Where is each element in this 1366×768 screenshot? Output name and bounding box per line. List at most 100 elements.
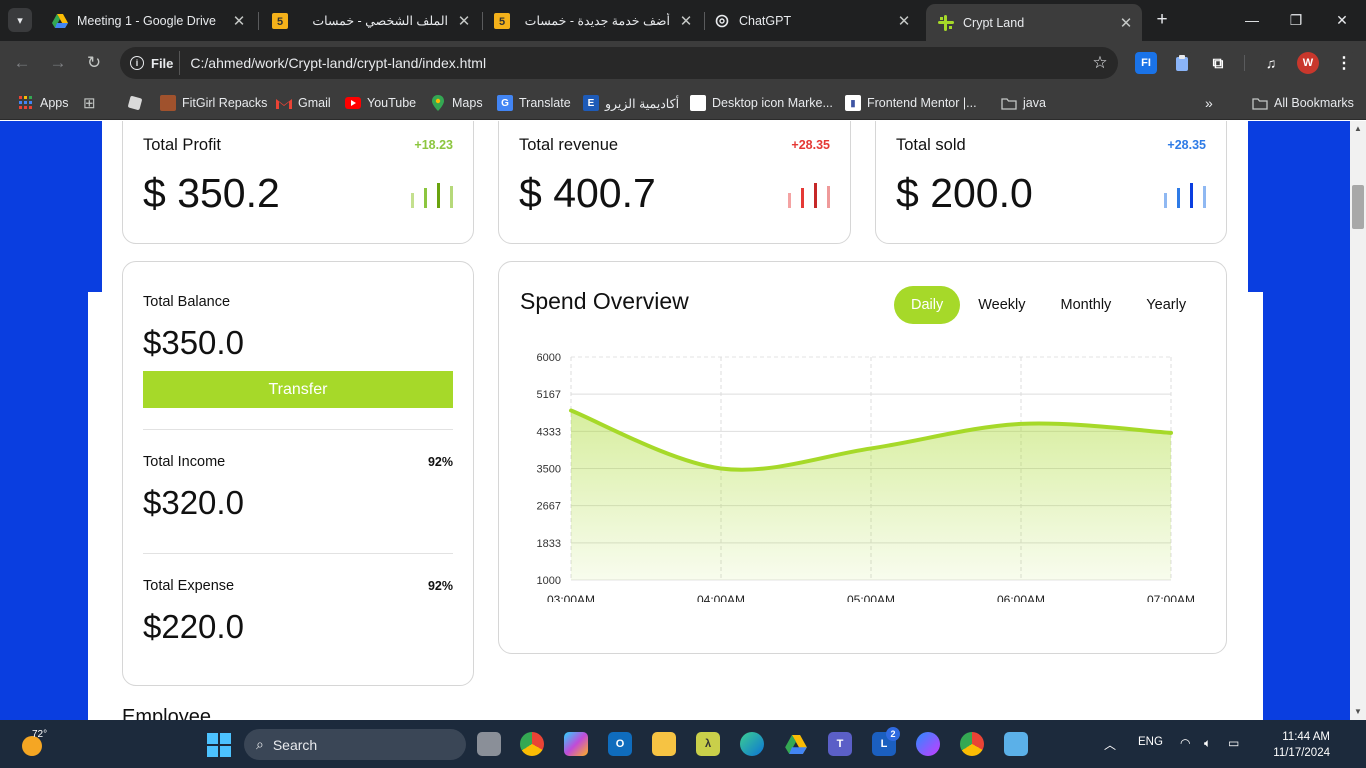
url-text[interactable]: C:/ahmed/work/Crypt-land/crypt-land/inde… xyxy=(190,55,1082,71)
site-info-chip[interactable]: i File xyxy=(126,51,181,75)
bookmark-label: Apps xyxy=(40,96,69,110)
stat-title: Total revenue xyxy=(519,136,619,154)
file-explorer-icon[interactable] xyxy=(652,732,676,756)
x-tick-label: 06:00AM xyxy=(997,593,1045,602)
stat-value: $ 400.7 xyxy=(519,170,656,216)
browser-toolbar: ← → ↻ i File C:/ahmed/work/Crypt-land/cr… xyxy=(0,41,1366,85)
outlook-icon[interactable]: O xyxy=(608,732,632,756)
menu-kebab-icon[interactable]: ⋮ xyxy=(1333,52,1355,74)
bookmark-label: java xyxy=(1023,96,1046,110)
forward-icon[interactable]: → xyxy=(46,51,70,75)
y-tick-label: 5167 xyxy=(537,389,561,401)
windows-start-icon[interactable] xyxy=(207,733,231,757)
tab-khamsat-profile[interactable]: 5 الملف الشخصي - خمسات ✕ xyxy=(260,4,480,37)
scroll-up-icon[interactable]: ▲ xyxy=(1350,121,1366,137)
bookmark-gmail[interactable]: Gmail xyxy=(276,93,331,113)
close-icon[interactable]: ✕ xyxy=(676,12,696,30)
transfer-button[interactable]: Transfer xyxy=(143,371,453,408)
bookmark-apps[interactable]: Apps xyxy=(18,93,69,113)
google-drive-taskbar-icon[interactable] xyxy=(784,732,808,756)
profile-avatar[interactable]: W xyxy=(1297,52,1319,74)
lambda-app-icon[interactable]: λ xyxy=(696,732,720,756)
window-close-icon[interactable]: ✕ xyxy=(1330,8,1354,32)
bookmark-star-icon[interactable]: ☆ xyxy=(1082,53,1118,73)
bookmark-translate[interactable]: G Translate xyxy=(497,93,571,113)
teams-icon[interactable]: T xyxy=(828,732,852,756)
bookmark-zero-academy[interactable]: E أكاديمية الزيرو xyxy=(583,93,679,113)
google-drive-icon xyxy=(52,13,68,29)
bookmarks-bar: Apps ⊞ FitGirl Repacks Gmail YouTube Map… xyxy=(0,85,1366,120)
bookmark-youtube[interactable]: YouTube xyxy=(345,93,416,113)
x-tick-label: 04:00AM xyxy=(697,593,745,602)
close-icon[interactable]: ✕ xyxy=(454,12,474,30)
notepad-icon[interactable] xyxy=(1004,732,1028,756)
tab-crypt-land[interactable]: Crypt Land ✕ xyxy=(926,4,1142,41)
bookmarks-overflow-icon[interactable]: » xyxy=(1205,93,1213,113)
wifi-icon[interactable]: ◠ xyxy=(1180,736,1190,750)
page-side-background-right xyxy=(1263,292,1350,720)
edge-icon[interactable] xyxy=(740,732,764,756)
expense-percentage: 92% xyxy=(427,579,453,593)
y-tick-label: 1000 xyxy=(537,575,561,587)
fi-extension-icon[interactable]: FI xyxy=(1135,52,1157,74)
bookmark-maps[interactable]: Maps xyxy=(430,93,483,113)
clipboard-extension-icon[interactable] xyxy=(1171,52,1193,74)
volume-icon[interactable]: 🔈︎ xyxy=(1204,736,1211,751)
tab-groups-icon[interactable]: ⊞ xyxy=(83,93,96,113)
weather-widget[interactable]: 72° xyxy=(14,728,54,760)
language-indicator[interactable]: ENG xyxy=(1138,736,1163,748)
close-icon[interactable]: ✕ xyxy=(894,12,914,30)
page-scrollbar[interactable]: ▲ ▼ xyxy=(1350,121,1366,720)
reload-icon[interactable]: ↻ xyxy=(82,51,106,75)
total-expense-label: Total Expense xyxy=(143,578,235,594)
bookmark-desktop-icon-market[interactable]: Desktop icon Marke... xyxy=(690,93,833,113)
address-bar[interactable]: i File C:/ahmed/work/Crypt-land/crypt-la… xyxy=(120,47,1118,79)
restore-icon[interactable]: ❐ xyxy=(1284,8,1308,32)
tab-chatgpt[interactable]: ChatGPT ✕ xyxy=(702,4,920,37)
close-icon[interactable]: ✕ xyxy=(1116,14,1136,32)
battery-icon[interactable]: ▭ xyxy=(1228,736,1239,750)
all-bookmarks-folder[interactable]: All Bookmarks xyxy=(1252,93,1354,113)
period-tab-yearly[interactable]: Yearly xyxy=(1129,286,1203,324)
tab-google-drive[interactable]: Meeting 1 - Google Drive ✕ xyxy=(40,4,255,37)
chrome-taskbar-icon[interactable] xyxy=(520,732,544,756)
extensions-puzzle-icon[interactable]: ⧉ xyxy=(1207,52,1229,74)
period-tab-monthly[interactable]: Monthly xyxy=(1044,286,1129,324)
total-balance-label: Total Balance xyxy=(143,294,231,310)
bookmark-fitgirl[interactable]: FitGirl Repacks xyxy=(160,93,267,113)
new-tab-button[interactable]: + xyxy=(1150,8,1174,32)
translate-icon: G xyxy=(497,95,513,111)
back-icon[interactable]: ← xyxy=(10,51,34,75)
period-tab-daily[interactable]: Daily xyxy=(894,286,961,324)
copilot-icon[interactable] xyxy=(564,732,588,756)
chip-label: File xyxy=(151,55,174,71)
income-percentage: 92% xyxy=(427,455,453,469)
clock-time: 11:44 AM xyxy=(1282,731,1330,743)
show-hidden-icons[interactable]: ︿ xyxy=(1104,736,1116,753)
media-controls-icon[interactable]: ♫ xyxy=(1260,52,1282,74)
chrome-profile-taskbar-icon[interactable] xyxy=(960,732,984,756)
tab-search-button[interactable]: ▾ xyxy=(8,8,32,32)
x-tick-label: 03:00AM xyxy=(547,593,595,602)
bookmark-label: Maps xyxy=(452,96,483,110)
folder-icon xyxy=(1252,95,1268,111)
crypt-land-icon xyxy=(938,14,954,31)
bookmark-roblox[interactable] xyxy=(127,93,147,113)
close-icon[interactable]: ✕ xyxy=(229,12,249,30)
windows-taskbar: 72° ⌕ Search O λ T L 2 ︿ ENG ◠ 🔈︎ ▭ 11:4… xyxy=(0,720,1366,768)
system-clock[interactable]: 11:44 AM 11/17/2024 xyxy=(1258,729,1330,761)
bookmark-label: Translate xyxy=(519,96,571,110)
task-view-icon[interactable] xyxy=(477,732,501,756)
period-tab-weekly[interactable]: Weekly xyxy=(961,286,1042,324)
bookmark-folder-java[interactable]: java xyxy=(1001,93,1046,113)
stat-value: $ 350.2 xyxy=(143,170,280,216)
messenger-icon[interactable] xyxy=(916,732,940,756)
tab-title: Meeting 1 - Google Drive xyxy=(77,13,216,28)
bookmark-frontend-mentor[interactable]: ▮ Frontend Mentor |... xyxy=(845,93,977,113)
tab-khamsat-add-service[interactable]: 5 أضف خدمة جديدة - خمسات ✕ xyxy=(482,4,702,37)
bars-chart-icon xyxy=(788,183,830,208)
scrollbar-thumb[interactable] xyxy=(1352,185,1364,229)
scroll-down-icon[interactable]: ▼ xyxy=(1350,704,1366,720)
taskbar-search[interactable]: ⌕ Search xyxy=(244,729,466,760)
minimize-icon[interactable]: — xyxy=(1240,8,1264,32)
